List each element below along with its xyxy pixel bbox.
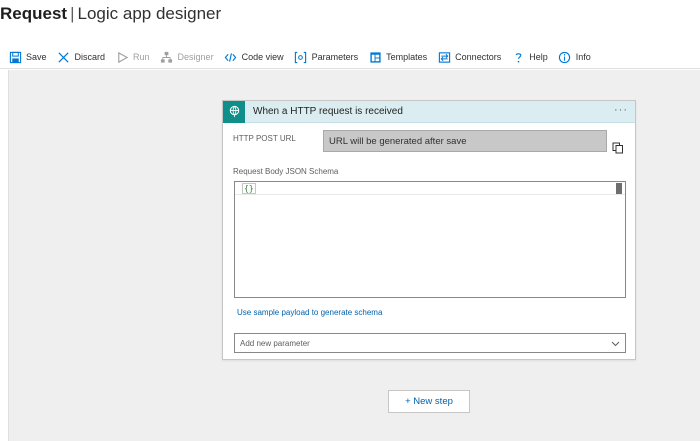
new-step-button[interactable]: + New step — [388, 390, 470, 413]
page-title: Request | Logic app designer — [0, 4, 221, 30]
code-view-button[interactable]: Code view — [224, 50, 284, 64]
discard-button[interactable]: Discard — [57, 50, 106, 64]
run-label: Run — [133, 52, 150, 62]
help-label: Help — [529, 52, 548, 62]
parameters-button[interactable]: Parameters — [294, 50, 359, 64]
save-label: Save — [26, 52, 47, 62]
help-button[interactable]: Help — [511, 50, 548, 64]
designer-label: Designer — [177, 52, 214, 62]
trigger-title: When a HTTP request is received — [253, 106, 403, 117]
save-button[interactable]: Save — [8, 50, 47, 64]
designer-icon — [160, 50, 174, 64]
templates-button[interactable]: Templates — [368, 50, 427, 64]
trigger-card: When a HTTP request is received ··· HTTP… — [222, 100, 636, 360]
templates-icon — [368, 50, 382, 64]
http-post-url-label: HTTP POST URL — [233, 134, 296, 143]
code-view-label: Code view — [241, 52, 284, 62]
more-options-icon[interactable]: ··· — [614, 104, 628, 116]
connectors-button[interactable]: Connectors — [437, 50, 501, 64]
connectors-icon — [437, 50, 451, 64]
http-post-url-field: URL will be generated after save — [323, 130, 607, 152]
info-button[interactable]: Info — [558, 50, 591, 64]
add-parameter-placeholder: Add new parameter — [240, 339, 310, 348]
help-icon — [511, 50, 525, 64]
editor-current-line — [235, 182, 625, 195]
page-title-subtitle: Logic app designer — [77, 4, 222, 23]
trigger-card-header[interactable]: When a HTTP request is received ··· — [223, 100, 635, 123]
copy-icon[interactable] — [612, 141, 624, 154]
toolbar-divider — [0, 68, 700, 69]
templates-label: Templates — [386, 52, 428, 62]
title-separator: | — [70, 4, 75, 23]
close-icon — [57, 50, 71, 64]
toolbar: Save Discard Run Designer Code view Para… — [8, 48, 601, 66]
designer-button[interactable]: Designer — [160, 50, 214, 64]
json-schema-label: Request Body JSON Schema — [233, 167, 339, 176]
info-label: Info — [575, 52, 591, 62]
request-trigger-icon — [223, 100, 245, 123]
json-schema-value: {} — [242, 183, 256, 194]
sample-payload-link[interactable]: Use sample payload to generate schema — [237, 308, 382, 317]
play-icon — [115, 50, 129, 64]
parameters-icon — [294, 50, 308, 64]
save-icon — [8, 50, 22, 64]
json-schema-editor[interactable]: {} — [234, 181, 626, 298]
chevron-down-icon — [611, 339, 620, 348]
parameters-label: Parameters — [311, 52, 359, 62]
page-title-bold: Request — [0, 4, 68, 23]
run-button[interactable]: Run — [115, 50, 150, 64]
info-icon — [558, 50, 572, 64]
code-icon — [224, 50, 238, 64]
add-parameter-dropdown[interactable]: Add new parameter — [234, 333, 626, 353]
connectors-label: Connectors — [455, 52, 502, 62]
discard-label: Discard — [74, 52, 106, 62]
editor-scrollbar[interactable] — [616, 183, 622, 194]
